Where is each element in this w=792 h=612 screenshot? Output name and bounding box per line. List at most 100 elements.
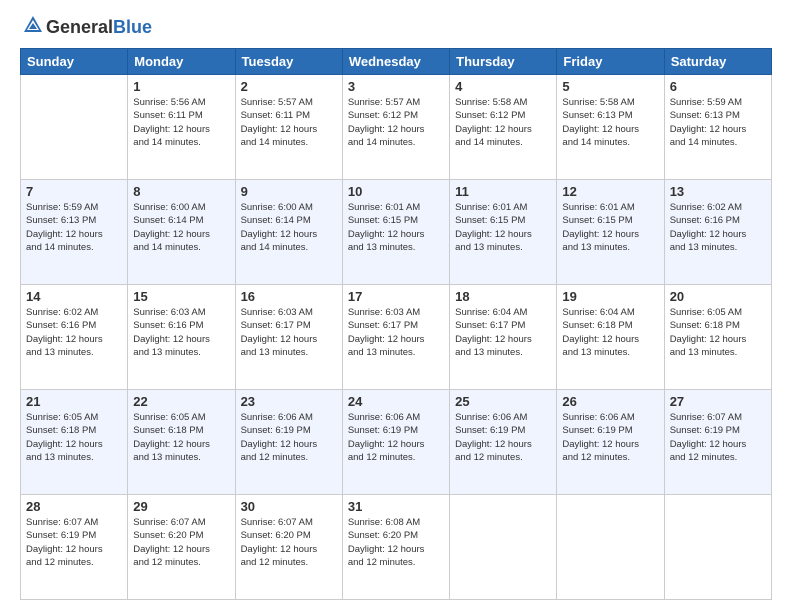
calendar-cell: 8 Sunrise: 6:00 AMSunset: 6:14 PMDaylight… <box>128 180 235 285</box>
logo-general: General <box>46 17 113 38</box>
day-info: Sunrise: 6:06 AMSunset: 6:19 PMDaylight:… <box>241 411 337 464</box>
page: General Blue SundayMondayTuesdayWednesda… <box>0 0 792 612</box>
day-number: 30 <box>241 499 337 514</box>
col-header-saturday: Saturday <box>664 49 771 75</box>
day-number: 16 <box>241 289 337 304</box>
day-info: Sunrise: 6:00 AMSunset: 6:14 PMDaylight:… <box>133 201 229 254</box>
calendar-cell: 23 Sunrise: 6:06 AMSunset: 6:19 PMDayligh… <box>235 390 342 495</box>
day-info: Sunrise: 6:07 AMSunset: 6:20 PMDaylight:… <box>241 516 337 569</box>
day-info: Sunrise: 6:05 AMSunset: 6:18 PMDaylight:… <box>133 411 229 464</box>
calendar-cell <box>557 495 664 600</box>
day-number: 21 <box>26 394 122 409</box>
calendar-cell <box>664 495 771 600</box>
day-number: 18 <box>455 289 551 304</box>
day-info: Sunrise: 6:07 AMSunset: 6:20 PMDaylight:… <box>133 516 229 569</box>
day-number: 13 <box>670 184 766 199</box>
calendar-cell: 12 Sunrise: 6:01 AMSunset: 6:15 PMDayligh… <box>557 180 664 285</box>
col-header-tuesday: Tuesday <box>235 49 342 75</box>
calendar-cell <box>21 75 128 180</box>
calendar-cell: 31Sunrise: 6:08 AMSunset: 6:20 PMDayligh… <box>342 495 449 600</box>
day-number: 25 <box>455 394 551 409</box>
calendar-cell: 29 Sunrise: 6:07 AMSunset: 6:20 PMDayligh… <box>128 495 235 600</box>
logo-blue: Blue <box>113 17 152 38</box>
day-number: 20 <box>670 289 766 304</box>
calendar-cell: 2 Sunrise: 5:57 AMSunset: 6:11 PMDaylight… <box>235 75 342 180</box>
calendar-cell: 27Sunrise: 6:07 AMSunset: 6:19 PMDayligh… <box>664 390 771 495</box>
day-number: 26 <box>562 394 658 409</box>
day-number: 10 <box>348 184 444 199</box>
day-number: 27 <box>670 394 766 409</box>
calendar-cell: 10 Sunrise: 6:01 AMSunset: 6:15 PMDayligh… <box>342 180 449 285</box>
col-header-sunday: Sunday <box>21 49 128 75</box>
day-number: 15 <box>133 289 229 304</box>
day-number: 24 <box>348 394 444 409</box>
day-info: Sunrise: 6:06 AMSunset: 6:19 PMDaylight:… <box>348 411 444 464</box>
day-number: 9 <box>241 184 337 199</box>
day-number: 5 <box>562 79 658 94</box>
day-info: Sunrise: 6:03 AMSunset: 6:17 PMDaylight:… <box>241 306 337 359</box>
day-number: 28 <box>26 499 122 514</box>
calendar-cell: 13 Sunrise: 6:02 AMSunset: 6:16 PMDayligh… <box>664 180 771 285</box>
day-info: Sunrise: 6:07 AMSunset: 6:19 PMDaylight:… <box>26 516 122 569</box>
day-info: Sunrise: 6:04 AMSunset: 6:17 PMDaylight:… <box>455 306 551 359</box>
day-info: Sunrise: 6:05 AMSunset: 6:18 PMDaylight:… <box>26 411 122 464</box>
day-number: 2 <box>241 79 337 94</box>
day-info: Sunrise: 6:01 AMSunset: 6:15 PMDaylight:… <box>455 201 551 254</box>
calendar-cell: 3 Sunrise: 5:57 AMSunset: 6:12 PMDaylight… <box>342 75 449 180</box>
calendar-cell: 9 Sunrise: 6:00 AMSunset: 6:14 PMDaylight… <box>235 180 342 285</box>
day-info: Sunrise: 6:02 AMSunset: 6:16 PMDaylight:… <box>26 306 122 359</box>
calendar-cell: 1 Sunrise: 5:56 AMSunset: 6:11 PMDaylight… <box>128 75 235 180</box>
calendar-cell: 17 Sunrise: 6:03 AMSunset: 6:17 PMDayligh… <box>342 285 449 390</box>
day-info: Sunrise: 5:56 AMSunset: 6:11 PMDaylight:… <box>133 96 229 149</box>
day-info: Sunrise: 6:03 AMSunset: 6:17 PMDaylight:… <box>348 306 444 359</box>
calendar-cell: 6Sunrise: 5:59 AMSunset: 6:13 PMDaylight… <box>664 75 771 180</box>
day-info: Sunrise: 5:57 AMSunset: 6:11 PMDaylight:… <box>241 96 337 149</box>
day-number: 29 <box>133 499 229 514</box>
col-header-thursday: Thursday <box>450 49 557 75</box>
col-header-wednesday: Wednesday <box>342 49 449 75</box>
day-info: Sunrise: 6:06 AMSunset: 6:19 PMDaylight:… <box>562 411 658 464</box>
calendar-cell: 15 Sunrise: 6:03 AMSunset: 6:16 PMDayligh… <box>128 285 235 390</box>
calendar-cell: 14 Sunrise: 6:02 AMSunset: 6:16 PMDayligh… <box>21 285 128 390</box>
calendar-cell: 5 Sunrise: 5:58 AMSunset: 6:13 PMDaylight… <box>557 75 664 180</box>
day-info: Sunrise: 6:01 AMSunset: 6:15 PMDaylight:… <box>348 201 444 254</box>
day-info: Sunrise: 6:03 AMSunset: 6:16 PMDaylight:… <box>133 306 229 359</box>
day-number: 8 <box>133 184 229 199</box>
day-number: 23 <box>241 394 337 409</box>
day-info: Sunrise: 5:58 AMSunset: 6:13 PMDaylight:… <box>562 96 658 149</box>
day-number: 17 <box>348 289 444 304</box>
day-number: 12 <box>562 184 658 199</box>
calendar-cell: 18 Sunrise: 6:04 AMSunset: 6:17 PMDayligh… <box>450 285 557 390</box>
day-info: Sunrise: 5:59 AMSunset: 6:13 PMDaylight:… <box>26 201 122 254</box>
calendar-cell: 24 Sunrise: 6:06 AMSunset: 6:19 PMDayligh… <box>342 390 449 495</box>
logo-icon <box>22 14 44 36</box>
calendar-cell: 20 Sunrise: 6:05 AMSunset: 6:18 PMDayligh… <box>664 285 771 390</box>
day-info: Sunrise: 6:01 AMSunset: 6:15 PMDaylight:… <box>562 201 658 254</box>
day-number: 14 <box>26 289 122 304</box>
day-info: Sunrise: 6:04 AMSunset: 6:18 PMDaylight:… <box>562 306 658 359</box>
day-info: Sunrise: 6:02 AMSunset: 6:16 PMDaylight:… <box>670 201 766 254</box>
calendar-cell: 30 Sunrise: 6:07 AMSunset: 6:20 PMDayligh… <box>235 495 342 600</box>
calendar-table: SundayMondayTuesdayWednesdayThursdayFrid… <box>20 48 772 600</box>
day-number: 4 <box>455 79 551 94</box>
logo: General Blue <box>20 16 152 38</box>
day-info: Sunrise: 5:58 AMSunset: 6:12 PMDaylight:… <box>455 96 551 149</box>
day-number: 7 <box>26 184 122 199</box>
calendar-cell: 16 Sunrise: 6:03 AMSunset: 6:17 PMDayligh… <box>235 285 342 390</box>
day-info: Sunrise: 5:57 AMSunset: 6:12 PMDaylight:… <box>348 96 444 149</box>
day-number: 19 <box>562 289 658 304</box>
day-number: 11 <box>455 184 551 199</box>
calendar-cell: 25Sunrise: 6:06 AMSunset: 6:19 PMDayligh… <box>450 390 557 495</box>
col-header-monday: Monday <box>128 49 235 75</box>
calendar-cell <box>450 495 557 600</box>
day-number: 3 <box>348 79 444 94</box>
day-info: Sunrise: 5:59 AMSunset: 6:13 PMDaylight:… <box>670 96 766 149</box>
calendar-cell: 21 Sunrise: 6:05 AMSunset: 6:18 PMDayligh… <box>21 390 128 495</box>
day-info: Sunrise: 6:00 AMSunset: 6:14 PMDaylight:… <box>241 201 337 254</box>
calendar-cell: 11 Sunrise: 6:01 AMSunset: 6:15 PMDayligh… <box>450 180 557 285</box>
calendar-cell: 4 Sunrise: 5:58 AMSunset: 6:12 PMDaylight… <box>450 75 557 180</box>
header: General Blue <box>20 16 772 38</box>
day-info: Sunrise: 6:05 AMSunset: 6:18 PMDaylight:… <box>670 306 766 359</box>
day-info: Sunrise: 6:08 AMSunset: 6:20 PMDaylight:… <box>348 516 444 569</box>
day-number: 1 <box>133 79 229 94</box>
